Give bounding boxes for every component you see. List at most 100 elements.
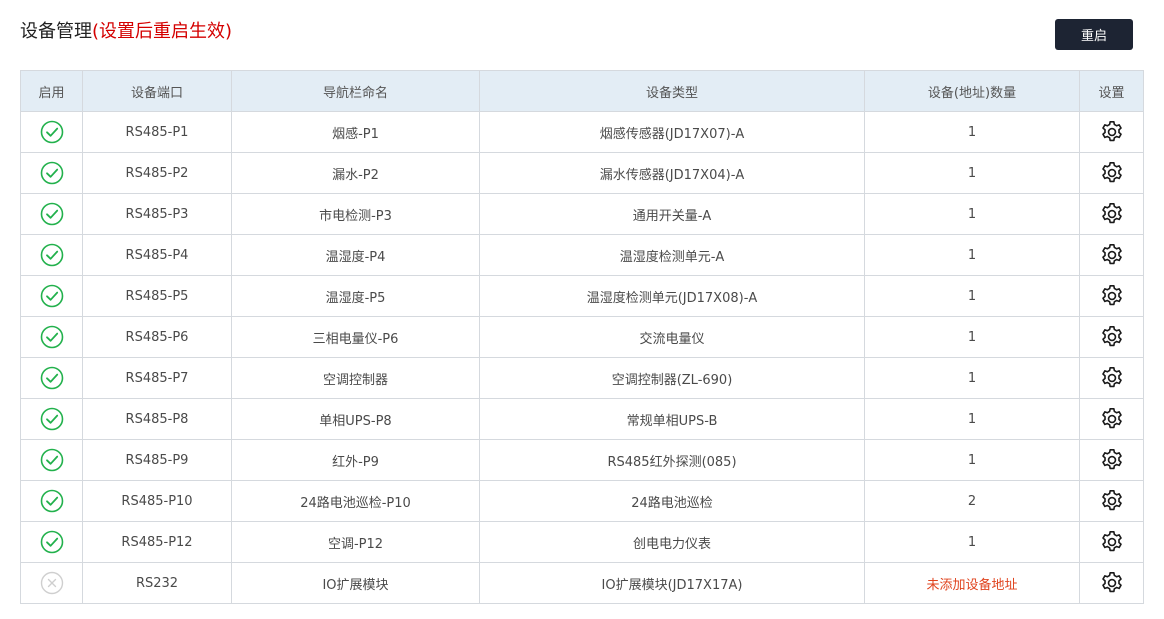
nav-name-cell: 单相UPS-P8 [231,398,480,440]
gear-icon[interactable] [1099,365,1125,391]
port-cell: RS485-P5 [82,275,232,317]
column-header-settings: 设置 [1079,70,1144,112]
table-row: RS485-P12 空调-P12 创电电力仪表 1 [20,521,1144,563]
settings-cell [1079,398,1144,440]
column-header-nav-name: 导航栏命名 [231,70,480,112]
settings-cell [1079,562,1144,604]
settings-cell [1079,316,1144,358]
device-management-page: 设备管理(设置后重启生效) 重启 启用 设备端口 导航栏命名 设备类型 设备(地… [0,0,1164,619]
gear-icon[interactable] [1099,242,1125,268]
status-cell [20,234,83,276]
settings-cell [1079,152,1144,194]
check-circle-icon[interactable] [40,366,64,390]
gear-icon[interactable] [1099,488,1125,514]
port-cell: RS485-P6 [82,316,232,358]
column-header-count: 设备(地址)数量 [864,70,1080,112]
settings-cell [1079,234,1144,276]
nav-name-cell: 烟感-P1 [231,111,480,153]
port-cell: RS485-P2 [82,152,232,194]
device-type-cell: 通用开关量-A [479,193,865,235]
nav-name-cell: 空调-P12 [231,521,480,563]
count-cell: 未添加设备地址 [864,562,1080,604]
check-circle-icon[interactable] [40,530,64,554]
check-circle-icon[interactable] [40,120,64,144]
gear-icon[interactable] [1099,447,1125,473]
gear-icon[interactable] [1099,529,1125,555]
device-type-cell: 常规单相UPS-B [479,398,865,440]
device-type-cell: 空调控制器(ZL-690) [479,357,865,399]
settings-cell [1079,521,1144,563]
status-cell [20,357,83,399]
status-cell [20,111,83,153]
status-cell [20,275,83,317]
port-cell: RS232 [82,562,232,604]
status-cell [20,316,83,358]
table-row: RS485-P9 红外-P9 RS485红外探测(085) 1 [20,439,1144,481]
device-type-cell: 创电电力仪表 [479,521,865,563]
gear-icon[interactable] [1099,201,1125,227]
settings-cell [1079,275,1144,317]
table-header-row: 启用 设备端口 导航栏命名 设备类型 设备(地址)数量 设置 [20,70,1144,112]
gear-icon[interactable] [1099,119,1125,145]
status-cell [20,521,83,563]
check-circle-icon[interactable] [40,202,64,226]
nav-name-cell: 空调控制器 [231,357,480,399]
check-circle-icon[interactable] [40,325,64,349]
x-circle-icon[interactable] [40,571,64,595]
table-row: RS485-P4 温湿度-P4 温湿度检测单元-A 1 [20,234,1144,276]
count-cell: 1 [864,357,1080,399]
count-cell: 2 [864,480,1080,522]
table-row: RS485-P3 市电检测-P3 通用开关量-A 1 [20,193,1144,235]
port-cell: RS485-P9 [82,439,232,481]
count-cell: 1 [864,398,1080,440]
status-cell [20,480,83,522]
nav-name-cell: IO扩展模块 [231,562,480,604]
device-table-body: RS485-P1 烟感-P1 烟感传感器(JD17X07)-A 1 RS485-P2 漏水… [20,111,1144,604]
nav-name-cell: 市电检测-P3 [231,193,480,235]
device-type-cell: 漏水传感器(JD17X04)-A [479,152,865,194]
check-circle-icon[interactable] [40,243,64,267]
count-cell: 1 [864,316,1080,358]
nav-name-cell: 温湿度-P4 [231,234,480,276]
count-cell: 1 [864,439,1080,481]
nav-name-cell: 漏水-P2 [231,152,480,194]
gear-icon[interactable] [1099,283,1125,309]
check-circle-icon[interactable] [40,448,64,472]
nav-name-cell: 24路电池巡检-P10 [231,480,480,522]
table-row: RS485-P8 单相UPS-P8 常规单相UPS-B 1 [20,398,1144,440]
settings-cell [1079,357,1144,399]
column-header-device-type: 设备类型 [479,70,865,112]
device-type-cell: IO扩展模块(JD17X17A) [479,562,865,604]
check-circle-icon[interactable] [40,407,64,431]
port-cell: RS485-P4 [82,234,232,276]
port-cell: RS485-P8 [82,398,232,440]
column-header-port: 设备端口 [82,70,232,112]
nav-name-cell: 红外-P9 [231,439,480,481]
device-table: 启用 设备端口 导航栏命名 设备类型 设备(地址)数量 设置 RS485-P1 烟… [20,70,1144,604]
device-type-cell: 烟感传感器(JD17X07)-A [479,111,865,153]
gear-icon[interactable] [1099,160,1125,186]
gear-icon[interactable] [1099,406,1125,432]
restart-button[interactable]: 重启 [1055,19,1133,50]
table-row: RS485-P2 漏水-P2 漏水传感器(JD17X04)-A 1 [20,152,1144,194]
status-cell [20,152,83,194]
nav-name-cell: 温湿度-P5 [231,275,480,317]
gear-icon[interactable] [1099,570,1125,596]
gear-icon[interactable] [1099,324,1125,350]
check-circle-icon[interactable] [40,161,64,185]
port-cell: RS485-P10 [82,480,232,522]
status-cell [20,439,83,481]
status-cell [20,193,83,235]
nav-name-cell: 三相电量仪-P6 [231,316,480,358]
settings-cell [1079,111,1144,153]
table-row: RS485-P5 温湿度-P5 温湿度检测单元(JD17X08)-A 1 [20,275,1144,317]
table-row: RS485-P10 24路电池巡检-P10 24路电池巡检 2 [20,480,1144,522]
column-header-enabled: 启用 [20,70,83,112]
device-type-cell: 交流电量仪 [479,316,865,358]
check-circle-icon[interactable] [40,284,64,308]
count-cell: 1 [864,111,1080,153]
port-cell: RS485-P7 [82,357,232,399]
count-cell: 1 [864,152,1080,194]
check-circle-icon[interactable] [40,489,64,513]
page-title-note: (设置后重启生效) [92,21,233,42]
